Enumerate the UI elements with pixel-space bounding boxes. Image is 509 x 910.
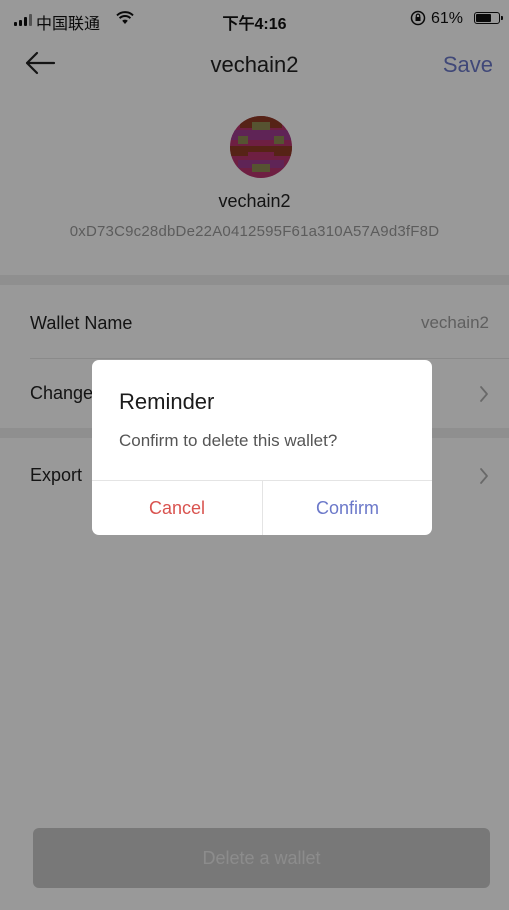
dialog-message: Confirm to delete this wallet? — [119, 431, 338, 450]
confirm-button[interactable]: Confirm — [263, 481, 432, 535]
dialog-title: Reminder — [119, 389, 215, 414]
cancel-button[interactable]: Cancel — [92, 481, 262, 535]
reminder-dialog: Reminder Confirm to delete this wallet? … — [92, 360, 432, 535]
